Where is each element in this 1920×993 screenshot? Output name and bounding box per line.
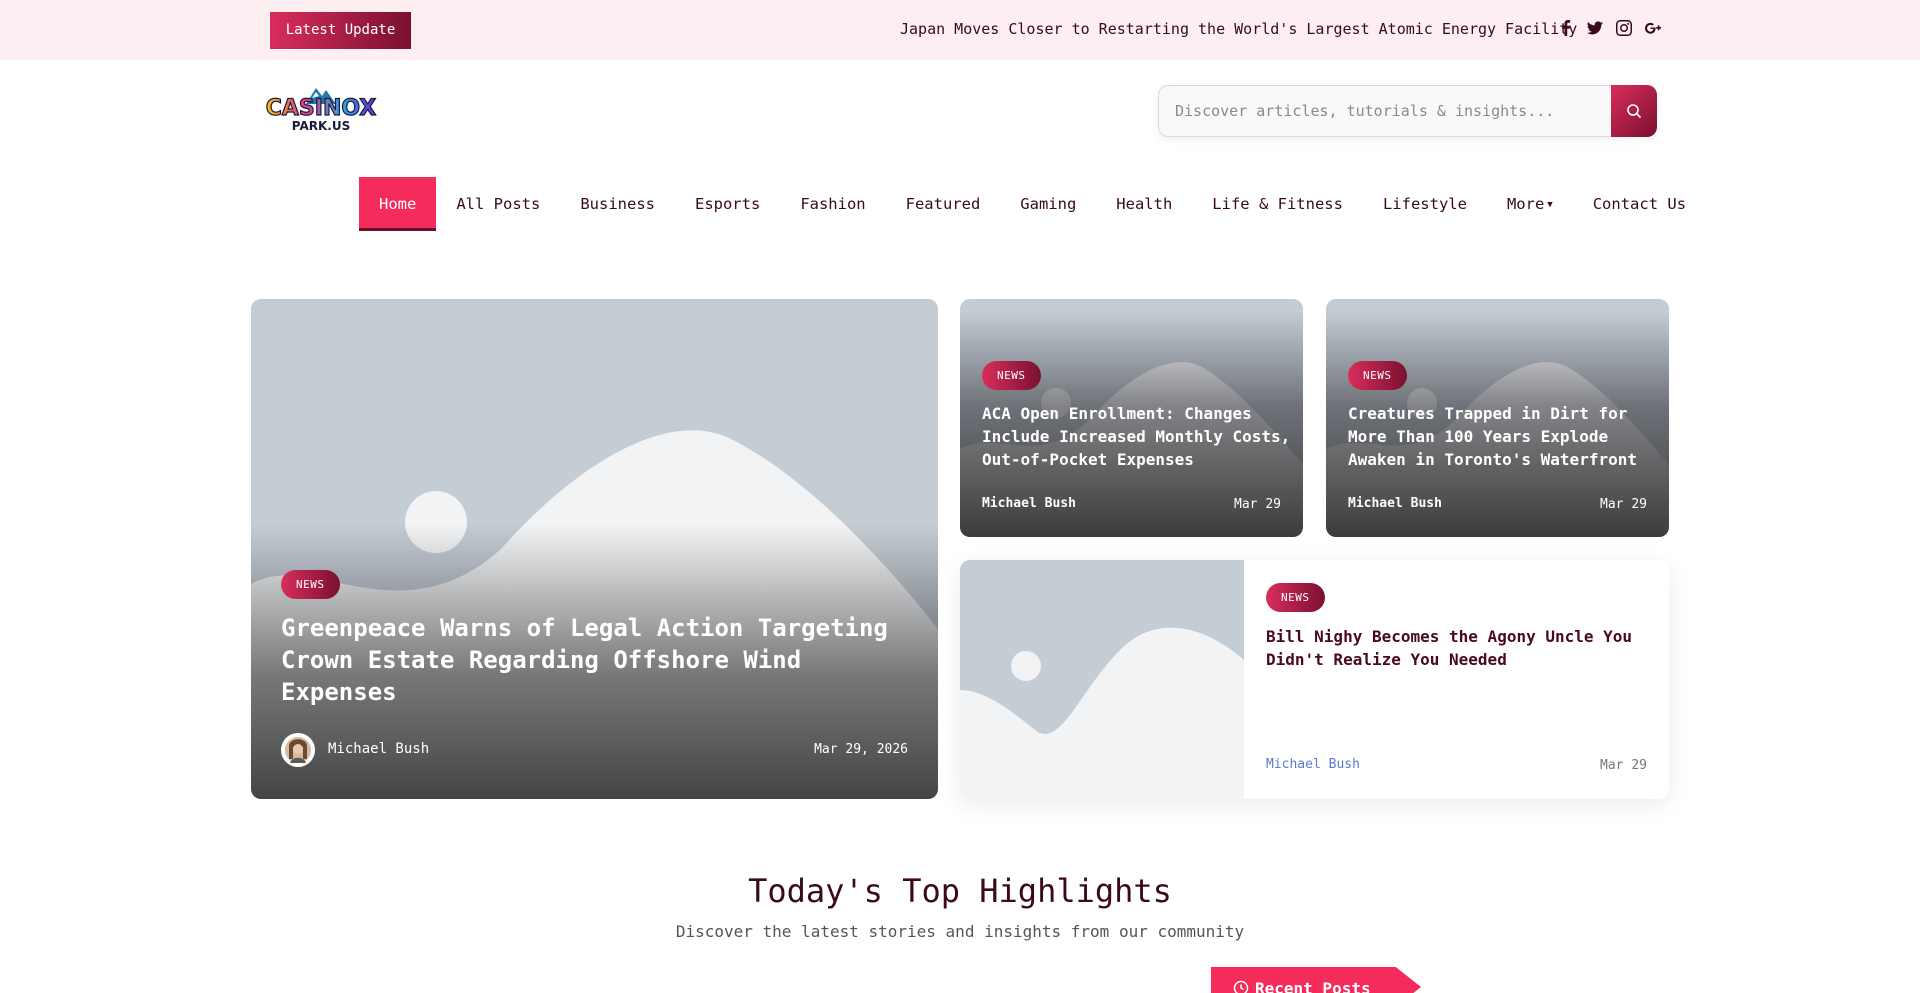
facebook-icon[interactable] — [1557, 18, 1575, 38]
nav-item-esports[interactable]: Esports — [675, 177, 780, 231]
recent-posts-tab[interactable]: Recent Posts — [1211, 967, 1421, 993]
section-subtitle: Discover the latest stories and insights… — [675, 922, 1245, 941]
nav-item-life-fitness[interactable]: Life & Fitness — [1192, 177, 1363, 231]
post-title[interactable]: Creatures Trapped in Dirt for More Than … — [1348, 402, 1658, 471]
logo-subtext: PARK.US — [292, 119, 350, 133]
nav-item-gaming[interactable]: Gaming — [1000, 177, 1096, 231]
post-author[interactable]: Michael Bush — [328, 741, 429, 757]
recent-posts-label: Recent Posts — [1255, 979, 1371, 993]
nav-item-more[interactable]: More ▼ — [1487, 177, 1573, 231]
nav-item-lifestyle[interactable]: Lifestyle — [1363, 177, 1487, 231]
post-author[interactable]: Michael Bush — [1266, 757, 1360, 772]
category-badge[interactable]: NEWS — [982, 361, 1041, 390]
post-card[interactable]: NEWS Creatures Trapped in Dirt for More … — [1326, 299, 1669, 537]
nav-more-label: More — [1506, 195, 1545, 213]
post-card[interactable]: NEWS ACA Open Enrollment: Changes Includ… — [960, 299, 1303, 537]
nav-item-business[interactable]: Business — [560, 177, 675, 231]
featured-post-card[interactable]: NEWS Greenpeace Warns of Legal Action Ta… — [251, 299, 938, 799]
nav-item-fashion[interactable]: Fashion — [780, 177, 885, 231]
post-author[interactable]: Michael Bush — [982, 496, 1076, 511]
nav-item-featured[interactable]: Featured — [886, 177, 1001, 231]
news-ticker[interactable]: Japan Moves Closer to Restarting the Wor… — [900, 20, 1577, 38]
main-nav: Home All Posts Business Esports Fashion … — [359, 177, 1706, 231]
social-links — [1557, 18, 1662, 38]
caret-down-icon: ▼ — [1547, 200, 1553, 210]
nav-item-all-posts[interactable]: All Posts — [436, 177, 560, 231]
search-bar — [1158, 85, 1657, 137]
search-icon — [1627, 104, 1642, 119]
image-overlay — [251, 299, 938, 799]
post-title[interactable]: ACA Open Enrollment: Changes Include Inc… — [982, 402, 1292, 471]
section-title: Today's Top Highlights — [748, 872, 1172, 910]
placeholder-image — [960, 560, 1244, 799]
nav-item-home[interactable]: Home — [359, 177, 437, 231]
site-logo[interactable]: CASINOX PARK.US — [258, 82, 384, 134]
nav-item-health[interactable]: Health — [1096, 177, 1192, 231]
top-bar: Latest Update Japan Moves Closer to Rest… — [0, 0, 1920, 60]
search-input[interactable] — [1175, 86, 1605, 136]
clock-icon — [1233, 980, 1249, 993]
instagram-icon[interactable] — [1615, 18, 1633, 38]
logo-text: CASINOX — [266, 96, 377, 121]
category-badge[interactable]: NEWS — [1266, 583, 1325, 612]
post-date: Mar 29 — [1600, 497, 1647, 512]
latest-update-button[interactable]: Latest Update — [270, 12, 411, 49]
category-badge[interactable]: NEWS — [1348, 361, 1407, 390]
twitter-icon[interactable] — [1586, 18, 1604, 38]
post-author[interactable]: Michael Bush — [1348, 496, 1442, 511]
post-title[interactable]: Greenpeace Warns of Legal Action Targeti… — [281, 612, 901, 708]
search-button[interactable] — [1611, 85, 1657, 137]
post-card-horizontal[interactable]: NEWS Bill Nighy Becomes the Agony Uncle … — [960, 560, 1669, 799]
google-plus-icon[interactable] — [1644, 18, 1662, 38]
post-title[interactable]: Bill Nighy Becomes the Agony Uncle You D… — [1266, 625, 1656, 671]
nav-item-contact-us[interactable]: Contact Us — [1573, 177, 1706, 231]
avatar — [281, 733, 315, 767]
post-date: Mar 29 — [1600, 758, 1647, 773]
category-badge[interactable]: NEWS — [281, 570, 340, 599]
post-date: Mar 29, 2026 — [814, 742, 908, 757]
post-date: Mar 29 — [1234, 497, 1281, 512]
